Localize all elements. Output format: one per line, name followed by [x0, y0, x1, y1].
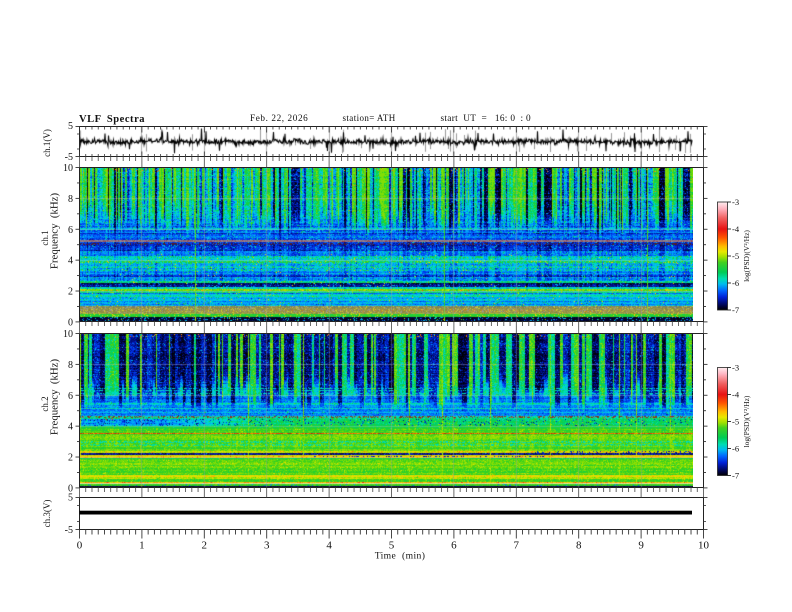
svg-text:-7: -7: [732, 471, 739, 481]
svg-text:0: 0: [77, 539, 83, 551]
svg-text:-6: -6: [732, 278, 739, 288]
svg-text:2: 2: [68, 453, 73, 464]
svg-text:1: 1: [139, 539, 145, 551]
svg-text:6: 6: [68, 391, 73, 402]
svg-text:5: 5: [68, 121, 73, 132]
svg-text:7: 7: [514, 539, 520, 551]
svg-text:Time (min): Time (min): [375, 551, 426, 562]
svg-text:log(PSD)(V²/Hz): log(PSD)(V²/Hz): [742, 230, 751, 282]
svg-text:4: 4: [326, 539, 332, 551]
svg-text:5: 5: [68, 493, 73, 504]
svg-text:8: 8: [68, 194, 73, 205]
svg-text:0: 0: [68, 318, 73, 329]
svg-text:-3: -3: [732, 363, 739, 373]
svg-text:10: 10: [63, 163, 73, 174]
svg-text:2: 2: [202, 539, 208, 551]
svg-text:-5: -5: [732, 251, 739, 261]
svg-text:VLF Spectra: VLF Spectra: [79, 114, 145, 125]
svg-text:start UT = 16: 0 : 0: start UT = 16: 0 : 0: [441, 114, 532, 124]
svg-text:-6: -6: [732, 444, 739, 454]
svg-text:3: 3: [264, 539, 270, 551]
svg-text:2: 2: [68, 287, 73, 298]
svg-text:-5: -5: [65, 525, 73, 536]
svg-text:-5: -5: [732, 417, 739, 427]
svg-text:9: 9: [638, 539, 644, 551]
svg-text:station= ATH: station= ATH: [343, 113, 396, 123]
svg-text:-7: -7: [732, 305, 739, 315]
svg-text:6: 6: [451, 539, 457, 551]
svg-text:10: 10: [698, 539, 710, 551]
svg-text:4: 4: [68, 422, 73, 433]
svg-text:-3: -3: [732, 197, 739, 207]
svg-text:10: 10: [63, 329, 73, 340]
svg-text:-4: -4: [732, 390, 740, 400]
svg-text:8: 8: [576, 539, 582, 551]
svg-text:4: 4: [68, 256, 73, 267]
svg-text:6: 6: [68, 225, 73, 236]
svg-text:8: 8: [68, 360, 73, 371]
svg-text:-5: -5: [65, 152, 73, 163]
svg-text:-4: -4: [732, 224, 740, 234]
svg-text:Feb. 22, 2026: Feb. 22, 2026: [250, 113, 308, 123]
svg-text:ch.1(V): ch.1(V): [42, 129, 52, 157]
svg-text:Frequency (kHz): Frequency (kHz): [49, 359, 61, 436]
svg-text:ch.3(V): ch.3(V): [42, 500, 52, 528]
svg-text:Frequency (kHz): Frequency (kHz): [49, 193, 61, 270]
svg-text:5: 5: [389, 539, 395, 551]
svg-text:log(PSD)(V²/Hz): log(PSD)(V²/Hz): [742, 395, 751, 447]
